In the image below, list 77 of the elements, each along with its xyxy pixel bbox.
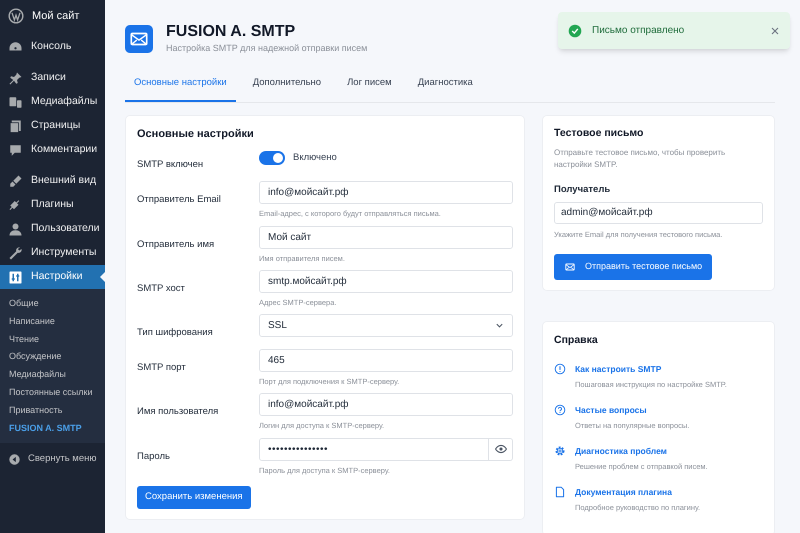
pin-icon (8, 70, 23, 86)
help-link[interactable]: Как настроить SMTP (575, 362, 727, 376)
field-label: Отправитель имя (137, 238, 214, 250)
submenu-item[interactable]: Постоянные ссылки (0, 384, 105, 402)
page-subtitle: Настройка SMTP для надежной отправки писем (166, 42, 368, 55)
chevron-down-icon (495, 321, 504, 330)
pages-icon (8, 118, 23, 134)
speech-bubble-icon (8, 142, 23, 158)
help-link[interactable]: Документация плагина (575, 486, 700, 498)
send-test-button[interactable]: Отправить тестовое письмо (554, 254, 712, 280)
page-title: FUSION A. SMTP (166, 22, 296, 42)
field-label: Имя пользователя (137, 406, 218, 418)
card-description: Отправьте тестовое письмо, чтобы проверить настройки SMTP. (554, 146, 726, 170)
media-icon (8, 94, 23, 110)
field-label: Пароль (137, 450, 170, 462)
toast-message: Письмо отправлено (592, 24, 686, 38)
sidebar-item[interactable]: Консоль (0, 35, 105, 59)
gear-icon (554, 444, 566, 457)
password-field[interactable]: ••••••••••••••• (259, 438, 489, 460)
collapse-icon (8, 452, 21, 466)
document-icon (554, 486, 566, 498)
pointer-icon (100, 272, 105, 282)
sidebar-item[interactable]: Внешний вид (0, 169, 105, 193)
sliders-icon (8, 270, 23, 284)
text-field[interactable]: 465 (259, 349, 513, 372)
wrench-icon (8, 246, 23, 260)
user-icon (8, 222, 23, 236)
card-title: Справка (554, 333, 599, 348)
text-field[interactable]: Мой сайт (259, 226, 513, 248)
submenu-item[interactable]: Приватность (0, 402, 105, 420)
card-title: Основные настройки (137, 126, 255, 142)
sidebar-item[interactable]: Плагины (0, 193, 105, 217)
wordpress-logo-icon (8, 8, 24, 24)
brush-icon (8, 174, 23, 188)
close-icon[interactable] (770, 26, 780, 36)
info-icon (554, 362, 566, 375)
toggle-switch[interactable] (259, 151, 285, 166)
tab[interactable]: Дополнительно (244, 76, 330, 102)
text-field[interactable]: smtp.мойсайт.рф (259, 270, 513, 293)
submenu-item[interactable]: Написание (0, 312, 105, 331)
help-link[interactable]: Частые вопросы (575, 404, 690, 416)
submenu-item[interactable]: FUSION A. SMTP (0, 420, 105, 438)
help-link[interactable]: Диагностика проблем (575, 444, 708, 458)
field-label: SMTP включен (137, 159, 204, 170)
sidebar-item[interactable]: Страницы (0, 114, 105, 138)
sidebar-item[interactable]: Медиафайлы (0, 90, 105, 114)
envelope-logo-icon (125, 24, 153, 53)
text-field[interactable]: info@мойсайт.рф (259, 393, 513, 416)
envelope-icon (564, 261, 576, 273)
sidebar-item[interactable]: Комментарии (0, 138, 105, 162)
site-name[interactable]: Мой сайт (32, 8, 80, 24)
field-label: Отправитель Email (137, 194, 221, 206)
question-icon (554, 404, 566, 416)
tab[interactable]: Лог писем (338, 76, 401, 102)
tab[interactable]: Диагностика (408, 76, 482, 102)
check-circle-icon (568, 24, 582, 38)
submenu-item[interactable]: Чтение (0, 330, 105, 348)
text-field[interactable]: info@мойсайт.рф (259, 181, 513, 204)
toggle-label: Включено (293, 151, 337, 166)
submenu-item[interactable]: Медиафайлы (0, 366, 105, 384)
card-title: Тестовое письмо (554, 126, 644, 141)
field-label: SMTP порт (137, 362, 186, 373)
sidebar-item[interactable]: Настройки (0, 265, 105, 289)
field-label: SMTP хост (137, 282, 185, 294)
save-button[interactable]: Сохранить изменения (137, 486, 251, 509)
sidebar-item[interactable]: Инструменты (0, 241, 105, 265)
sidebar-item[interactable]: Записи (0, 66, 105, 90)
field-label: Получатель (554, 182, 612, 196)
dropdown[interactable]: SSL (259, 314, 513, 337)
submenu-item[interactable]: Обсуждение (0, 348, 105, 366)
eye-icon[interactable] (489, 438, 513, 460)
field-label: Тип шифрования (137, 327, 213, 338)
sidebar-item[interactable]: Пользователи (0, 217, 105, 241)
collapse-menu-link[interactable]: Свернуть меню (28, 452, 96, 466)
tab[interactable]: Основные настройки (125, 76, 236, 102)
recipient-field[interactable]: admin@мойсайт.рф (554, 202, 763, 224)
submenu-item[interactable]: Общие (0, 295, 105, 313)
